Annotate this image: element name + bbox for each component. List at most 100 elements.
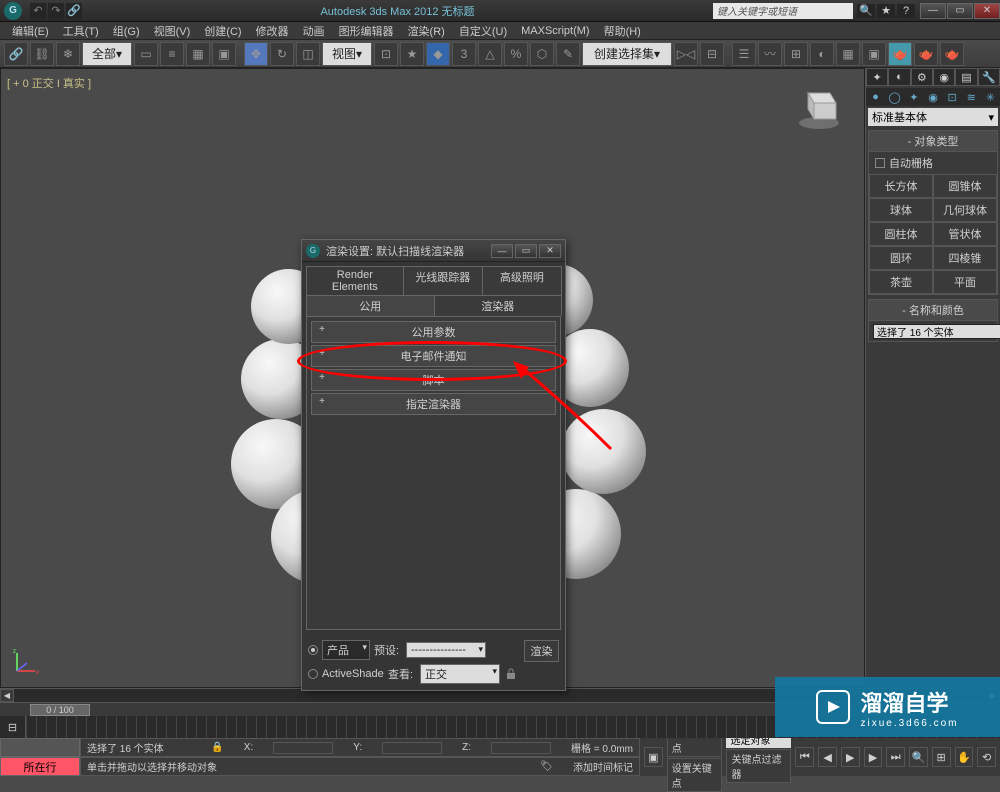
menu-grapheditors[interactable]: 图形编辑器: [333, 22, 400, 40]
radio-product[interactable]: [308, 645, 318, 655]
link-icon[interactable]: 🔗: [66, 3, 82, 19]
view-dropdown[interactable]: 正交: [420, 664, 500, 684]
move-tool-icon[interactable]: ✥: [244, 42, 268, 66]
rollout-scripts[interactable]: +脚本: [311, 369, 556, 391]
menu-maxscript[interactable]: MAXScript(M): [515, 24, 595, 38]
object-name-input[interactable]: [873, 324, 1000, 339]
goto-end-icon[interactable]: ⏭: [886, 747, 905, 767]
menu-edit[interactable]: 编辑(E): [6, 22, 55, 40]
menu-views[interactable]: 视图(V): [148, 22, 197, 40]
bind-tool-icon[interactable]: ❄: [56, 42, 80, 66]
panel-tab-motion[interactable]: ◉: [933, 68, 955, 86]
rollout-email[interactable]: +电子邮件通知: [311, 345, 556, 367]
prim-plane[interactable]: 平面: [933, 270, 997, 294]
menu-customize[interactable]: 自定义(U): [453, 22, 513, 40]
cat-spacewarps-icon[interactable]: ≋: [962, 88, 981, 106]
nav-zoomall-icon[interactable]: ⊞: [932, 747, 951, 767]
panel-tab-display[interactable]: ▤: [955, 68, 977, 86]
autogrid-checkbox[interactable]: 自动栅格: [869, 152, 997, 174]
material-editor-icon[interactable]: ◐: [810, 42, 834, 66]
cat-geometry-icon[interactable]: ●: [866, 88, 885, 106]
isolate-icon[interactable]: ▣: [644, 747, 663, 767]
ref-coord-dropdown[interactable]: 视图 ▾: [322, 42, 372, 66]
coord-z-input[interactable]: [491, 742, 551, 754]
menu-animation[interactable]: 动画: [297, 22, 331, 40]
prim-torus[interactable]: 圆环: [869, 246, 933, 270]
render-production-icon[interactable]: 🫖: [888, 42, 912, 66]
nav-zoom-icon[interactable]: 🔍: [909, 747, 928, 767]
next-frame-icon[interactable]: ▶: [864, 747, 883, 767]
preset-dropdown[interactable]: ---------------: [406, 642, 486, 658]
maximize-button[interactable]: ▭: [947, 3, 973, 19]
prim-sphere[interactable]: 球体: [869, 198, 933, 222]
help-icon[interactable]: 🔍: [857, 4, 875, 18]
rollout-common-params[interactable]: +公用参数: [311, 321, 556, 343]
redo-icon[interactable]: ↷: [48, 3, 64, 19]
viewport-label[interactable]: [ + 0 正交 I 真实 ]: [7, 75, 91, 91]
info-icon[interactable]: ?: [897, 4, 915, 18]
percent-snap-icon[interactable]: %: [504, 42, 528, 66]
product-dropdown[interactable]: 产品: [322, 640, 370, 660]
menu-help[interactable]: 帮助(H): [598, 22, 647, 40]
snap-toggle-icon[interactable]: ◆: [426, 42, 450, 66]
prim-box[interactable]: 长方体: [869, 174, 933, 198]
tab-render-elements[interactable]: Render Elements: [306, 266, 404, 295]
cat-systems-icon[interactable]: ✳: [981, 88, 1000, 106]
edit-named-icon[interactable]: ✎: [556, 42, 580, 66]
prim-tube[interactable]: 管状体: [933, 222, 997, 246]
menu-create[interactable]: 创建(C): [198, 22, 247, 40]
close-button[interactable]: ✕: [974, 3, 1000, 19]
mirror-tool-icon[interactable]: ▷◁: [674, 42, 698, 66]
align-tool-icon[interactable]: ⊟: [700, 42, 724, 66]
render-frame-icon[interactable]: ▣: [862, 42, 886, 66]
prim-cone[interactable]: 圆锥体: [933, 174, 997, 198]
app-logo-icon[interactable]: G: [4, 2, 22, 20]
tab-common[interactable]: 公用: [306, 295, 435, 316]
lock-icon[interactable]: [504, 667, 518, 681]
selection-filter-dropdown[interactable]: 全部 ▾: [82, 42, 132, 66]
key-filters-button[interactable]: 关键点过滤器: [726, 749, 791, 783]
goto-start-icon[interactable]: ⏮: [795, 747, 814, 767]
undo-icon[interactable]: ↶: [30, 3, 46, 19]
nav-orbit-icon[interactable]: ⟲: [977, 747, 996, 767]
cat-helpers-icon[interactable]: ⊡: [943, 88, 962, 106]
schematic-icon[interactable]: ⊞: [784, 42, 808, 66]
select-name-icon[interactable]: ≡: [160, 42, 184, 66]
viewport[interactable]: [ + 0 正交 I 真实 ] z x: [0, 68, 865, 688]
panel-tab-create[interactable]: ✦: [866, 68, 888, 86]
menu-tools[interactable]: 工具(T): [57, 22, 105, 40]
menu-modifiers[interactable]: 修改器: [250, 22, 295, 40]
scale-tool-icon[interactable]: ◫: [296, 42, 320, 66]
viewcube-icon[interactable]: [794, 81, 844, 131]
prim-teapot[interactable]: 茶壶: [869, 270, 933, 294]
layer-manager-icon[interactable]: ☰: [732, 42, 756, 66]
manip-icon[interactable]: ★: [400, 42, 424, 66]
tab-advanced-lighting[interactable]: 高级照明: [482, 266, 562, 295]
angle-snap-icon[interactable]: △: [478, 42, 502, 66]
help-search-input[interactable]: 键入关键字或短语: [713, 3, 853, 19]
prev-frame-icon[interactable]: ◀: [818, 747, 837, 767]
lock-selection-icon[interactable]: 🔒: [211, 742, 223, 753]
window-crossing-icon[interactable]: ▣: [212, 42, 236, 66]
render-last-icon[interactable]: 🫖: [940, 42, 964, 66]
render-iterative-icon[interactable]: 🫖: [914, 42, 938, 66]
menu-rendering[interactable]: 渲染(R): [402, 22, 451, 40]
menu-group[interactable]: 组(G): [107, 22, 146, 40]
rotate-tool-icon[interactable]: ↻: [270, 42, 294, 66]
setkey-button[interactable]: 设置关键点: [667, 758, 723, 792]
prim-cylinder[interactable]: 圆柱体: [869, 222, 933, 246]
render-setup-icon[interactable]: ▦: [836, 42, 860, 66]
maxscript-mini-listener[interactable]: [0, 738, 80, 757]
panel-tab-utilities[interactable]: 🔧: [978, 68, 1000, 86]
rollout-assign-renderer[interactable]: +指定渲染器: [311, 393, 556, 415]
pivot-icon[interactable]: ⊡: [374, 42, 398, 66]
cat-shapes-icon[interactable]: ◯: [885, 88, 904, 106]
minimize-button[interactable]: —: [920, 3, 946, 19]
tab-raytracer[interactable]: 光线跟踪器: [403, 266, 483, 295]
nav-pan-icon[interactable]: ✋: [955, 747, 974, 767]
spinner-snap-icon[interactable]: ⬡: [530, 42, 554, 66]
coord-y-input[interactable]: [382, 742, 442, 754]
panel-tab-modify[interactable]: ◐: [888, 68, 910, 86]
star-icon[interactable]: ★: [877, 4, 895, 18]
unlink-tool-icon[interactable]: ⛓: [30, 42, 54, 66]
